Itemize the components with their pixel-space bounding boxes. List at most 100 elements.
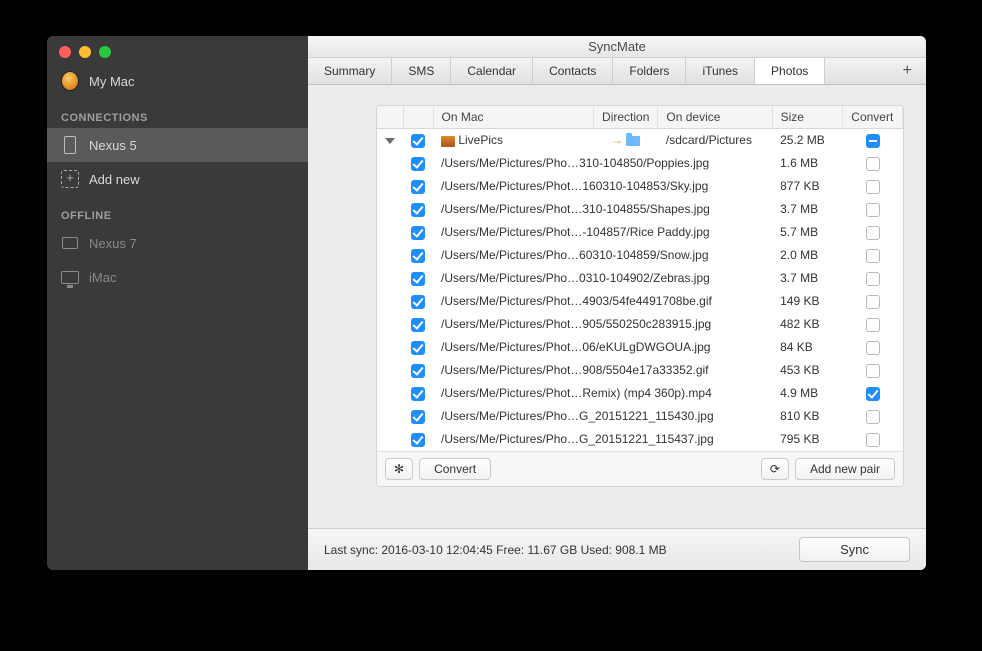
row-checkbox[interactable] [411,364,425,378]
file-path: /Users/Me/Pictures/Phot…-104857/Rice Pad… [433,221,772,244]
row-checkbox[interactable] [411,295,425,309]
add-pair-button[interactable]: Add new pair [795,458,895,480]
row-checkbox[interactable] [411,433,425,447]
add-tab-button[interactable]: + [889,58,926,84]
file-size: 1.6 MB [772,152,843,175]
convert-checkbox[interactable] [866,226,880,240]
status-bar: Last sync: 2016-03-10 12:04:45 Free: 11.… [308,528,926,570]
col-convert[interactable]: Convert [843,106,903,129]
convert-checkbox[interactable] [866,433,880,447]
table-row[interactable]: /Users/Me/Pictures/Phot…160310-104853/Sk… [377,175,903,198]
sidebar-label: iMac [89,270,116,285]
table-row[interactable]: /Users/Me/Pictures/Phot…908/5504e17a3335… [377,359,903,382]
table-row[interactable]: /Users/Me/Pictures/Phot…310-104855/Shape… [377,198,903,221]
disclosure-icon[interactable] [385,138,395,144]
convert-checkbox[interactable] [866,272,880,286]
col-size[interactable]: Size [772,106,843,129]
refresh-button[interactable]: ⟳ [761,458,789,480]
row-checkbox[interactable] [411,318,425,332]
file-size: 453 KB [772,359,843,382]
sidebar-label: Nexus 5 [89,138,137,153]
table-row[interactable]: /Users/Me/Pictures/Pho…G_20151221_115430… [377,405,903,428]
sidebar-item-nexus7[interactable]: Nexus 7 [47,226,308,260]
convert-checkbox[interactable] [866,318,880,332]
sidebar-item-imac[interactable]: iMac [47,260,308,294]
monitor-icon [61,271,79,284]
row-checkbox[interactable] [411,387,425,401]
sidebar-item-addnew[interactable]: Add new [47,162,308,196]
table-row[interactable]: /Users/Me/Pictures/Pho…60310-104859/Snow… [377,244,903,267]
row-checkbox[interactable] [411,226,425,240]
table-row[interactable]: /Users/Me/Pictures/Phot…-104857/Rice Pad… [377,221,903,244]
tab-calendar[interactable]: Calendar [451,58,533,84]
sidebar-label: My Mac [89,74,135,89]
table-row[interactable]: /Users/Me/Pictures/Phot…Remix) (mp4 360p… [377,382,903,405]
plus-icon [61,170,79,188]
pair-source: LivePics [433,129,594,152]
sidebar: My Mac CONNECTIONS Nexus 5 Add new OFFLI… [47,36,308,570]
row-checkbox[interactable] [411,180,425,194]
tab-contacts[interactable]: Contacts [533,58,613,84]
row-checkbox[interactable] [411,341,425,355]
file-size: 482 KB [772,313,843,336]
convert-checkbox[interactable] [866,410,880,424]
file-path: /Users/Me/Pictures/Pho…G_20151221_115430… [433,405,772,428]
convert-checkbox[interactable] [866,387,880,401]
table-toolbar: ✻ Convert ⟳ Add new pair [377,451,903,486]
pair-dest: /sdcard/Pictures [658,129,772,152]
table-row[interactable]: /Users/Me/Pictures/Phot…06/eKULgDWGOUA.j… [377,336,903,359]
table-row[interactable]: /Users/Me/Pictures/Pho…G_20151221_115437… [377,428,903,451]
settings-button[interactable]: ✻ [385,458,413,480]
sidebar-item-mymac[interactable]: My Mac [47,64,308,98]
close-icon[interactable] [59,46,71,58]
tab-sms[interactable]: SMS [392,58,451,84]
file-path: /Users/Me/Pictures/Pho…G_20151221_115437… [433,428,772,451]
tablet-icon [62,237,78,249]
photos-table: On Mac Direction On device Size Convert … [377,106,903,451]
convert-checkbox[interactable] [866,341,880,355]
table-row[interactable]: /Users/Me/Pictures/Pho…0310-104902/Zebra… [377,267,903,290]
convert-checkbox[interactable] [866,157,880,171]
row-checkbox[interactable] [411,249,425,263]
file-size: 84 KB [772,336,843,359]
tab-folders[interactable]: Folders [613,58,686,84]
sync-button[interactable]: Sync [799,537,910,562]
file-path: /Users/Me/Pictures/Phot…Remix) (mp4 360p… [433,382,772,405]
col-direction[interactable]: Direction [594,106,658,129]
arrow-right-icon: → [611,133,623,147]
convert-button[interactable]: Convert [419,458,491,480]
direction-cell: → [594,129,658,152]
convert-checkbox[interactable] [866,249,880,263]
convert-checkbox[interactable] [866,295,880,309]
row-checkbox[interactable] [411,134,425,148]
sidebar-label: Add new [89,172,140,187]
mymac-icon [61,71,79,91]
status-text: Last sync: 2016-03-10 12:04:45 Free: 11.… [324,543,667,557]
tab-summary[interactable]: Summary [308,58,392,84]
convert-checkbox[interactable] [866,134,880,148]
row-checkbox[interactable] [411,157,425,171]
window-title: SyncMate [308,36,926,58]
tab-itunes[interactable]: iTunes [686,58,755,84]
traffic-lights [47,36,308,64]
zoom-icon[interactable] [99,46,111,58]
table-row[interactable]: /Users/Me/Pictures/Pho…310-104850/Poppie… [377,152,903,175]
convert-checkbox[interactable] [866,364,880,378]
photo-pairs-panel: On Mac Direction On device Size Convert … [376,105,904,487]
file-path: /Users/Me/Pictures/Pho…310-104850/Poppie… [433,152,772,175]
sidebar-header-offline: OFFLINE [47,196,308,226]
tab-photos[interactable]: Photos [755,58,825,84]
col-onmac[interactable]: On Mac [433,106,594,129]
convert-checkbox[interactable] [866,203,880,217]
col-ondevice[interactable]: On device [658,106,772,129]
table-row[interactable]: /Users/Me/Pictures/Phot…905/550250c28391… [377,313,903,336]
sidebar-item-nexus5[interactable]: Nexus 5 [47,128,308,162]
convert-checkbox[interactable] [866,180,880,194]
table-row[interactable]: /Users/Me/Pictures/Phot…4903/54fe4491708… [377,290,903,313]
row-checkbox[interactable] [411,272,425,286]
file-path: /Users/Me/Pictures/Phot…160310-104853/Sk… [433,175,772,198]
row-checkbox[interactable] [411,410,425,424]
minimize-icon[interactable] [79,46,91,58]
row-checkbox[interactable] [411,203,425,217]
file-size: 2.0 MB [772,244,843,267]
